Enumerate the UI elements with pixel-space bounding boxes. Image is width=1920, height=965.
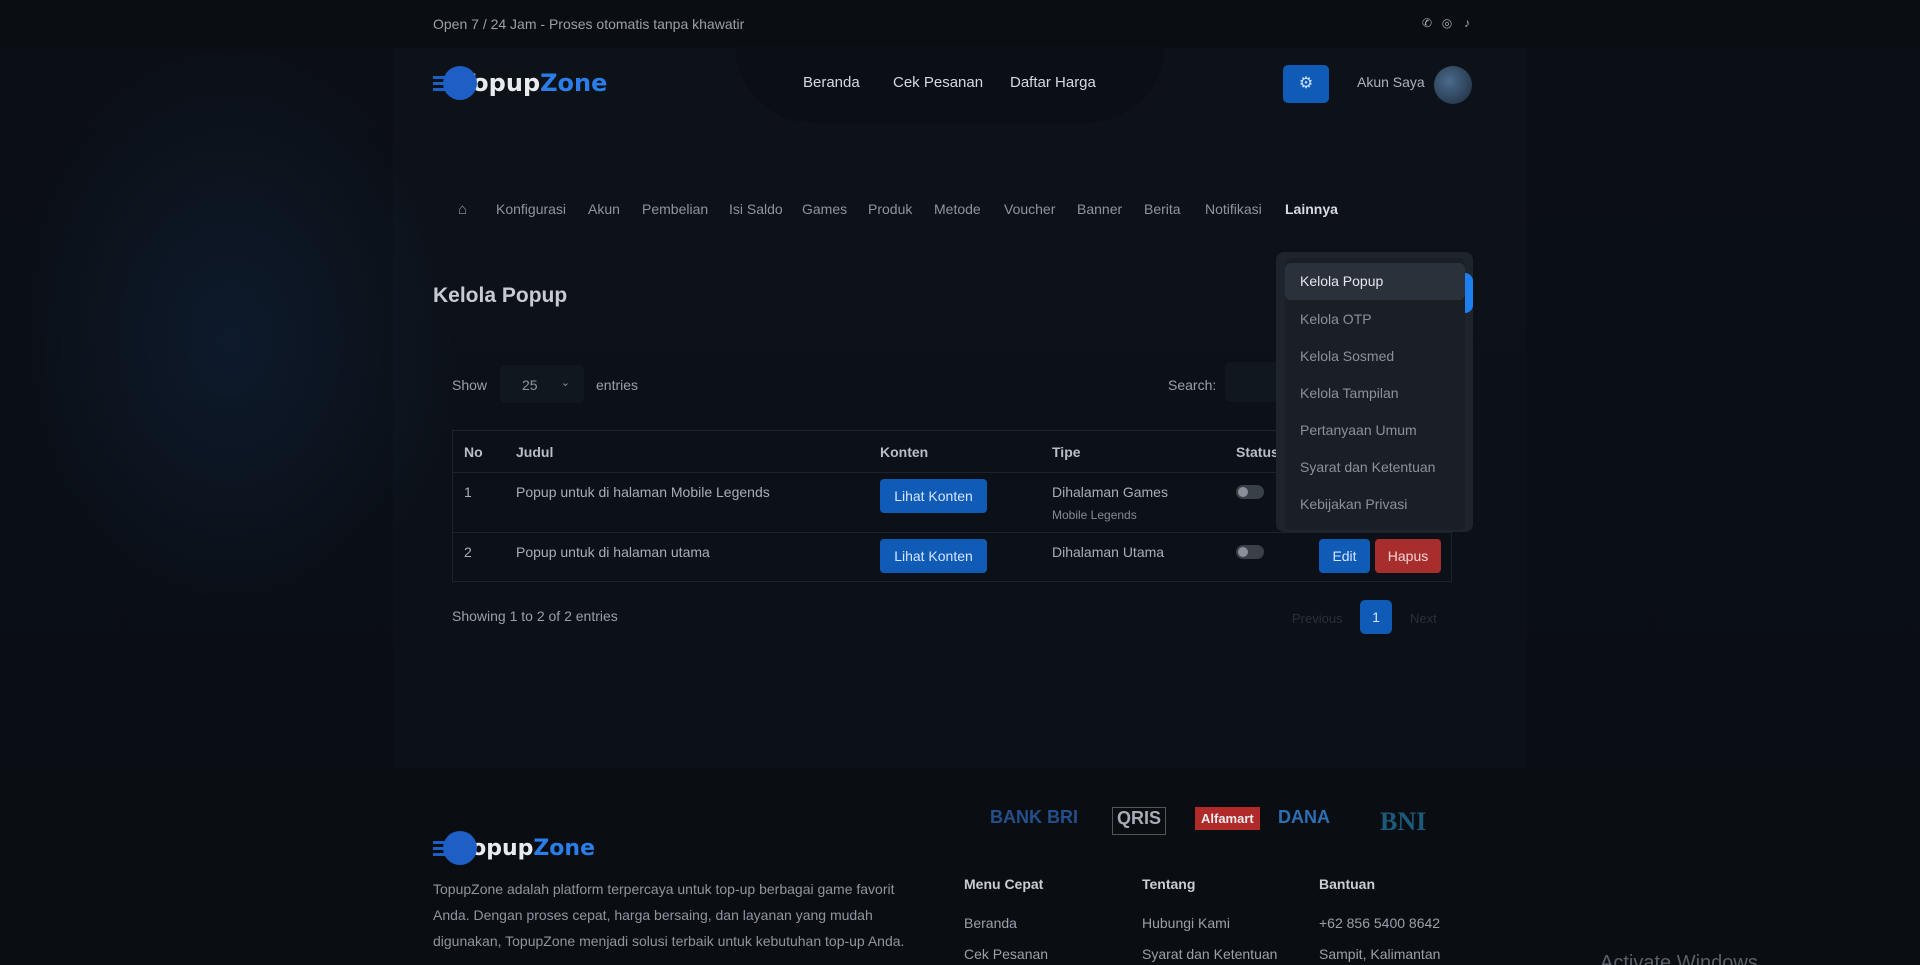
row1-tipe-sub: Mobile Legends xyxy=(1052,508,1137,522)
show-label: Show xyxy=(452,377,488,393)
nav-daftar-harga[interactable]: Daftar Harga xyxy=(1010,74,1096,91)
col-header-tipe[interactable]: Tipe xyxy=(1052,444,1081,460)
row1-tipe: Dihalaman Games xyxy=(1052,484,1168,500)
admin-nav-akun[interactable]: Akun xyxy=(588,201,620,217)
logo-icon xyxy=(433,66,477,100)
row1-status-toggle[interactable] xyxy=(1236,485,1264,499)
admin-nav: ⌂ Konfigurasi Akun Pembelian Isi Saldo G… xyxy=(433,196,1473,222)
footer-link-hubungi-kami[interactable]: Hubungi Kami xyxy=(1142,915,1230,931)
page-title: Kelola Popup xyxy=(433,284,568,307)
admin-nav-banner[interactable]: Banner xyxy=(1077,201,1122,217)
admin-nav-voucher[interactable]: Voucher xyxy=(1004,201,1055,217)
row1-judul: Popup untuk di halaman Mobile Legends xyxy=(516,484,770,500)
payment-alfamart-logo: Alfamart xyxy=(1195,807,1260,830)
footer-heading-tentang: Tentang xyxy=(1142,876,1196,892)
top-announcement-bar: Open 7 / 24 Jam - Proses otomatis tanpa … xyxy=(0,0,1920,48)
pagination-next[interactable]: Next xyxy=(1410,611,1437,626)
search-label: Search: xyxy=(1168,377,1217,393)
row1-no: 1 xyxy=(464,484,472,500)
nav-beranda[interactable]: Beranda xyxy=(803,74,860,91)
nav-cek-pesanan[interactable]: Cek Pesanan xyxy=(893,74,983,91)
payment-dana-logo: DANA xyxy=(1278,807,1330,827)
pagination-previous[interactable]: Previous xyxy=(1292,611,1343,626)
social-links: ✆ ◎ ♪ xyxy=(1420,16,1474,30)
col-header-konten[interactable]: Konten xyxy=(880,444,928,460)
footer-logo-text: TopupZone xyxy=(459,835,596,861)
admin-nav-berita[interactable]: Berita xyxy=(1144,201,1181,217)
entries-label: entries xyxy=(596,377,639,393)
lainnya-dropdown-menu: Kelola Popup Kelola OTP Kelola Sosmed Ke… xyxy=(1285,258,1465,530)
admin-nav-lainnya[interactable]: Lainnya xyxy=(1285,201,1338,217)
footer-link-beranda[interactable]: Beranda xyxy=(964,915,1017,931)
os-watermark: Activate Windows xyxy=(1600,952,1758,965)
entries-select[interactable]: 25 ⌄ xyxy=(500,365,584,403)
footer-logo[interactable]: TopupZone xyxy=(433,831,596,865)
payment-qris-logo: QRIS xyxy=(1112,807,1167,835)
footer-description: TopupZone adalah platform terpercaya unt… xyxy=(433,881,905,949)
row2-tipe: Dihalaman Utama xyxy=(1052,544,1165,560)
footer-phone[interactable]: +62 856 5400 8642 xyxy=(1319,915,1440,931)
instagram-icon[interactable]: ◎ xyxy=(1440,16,1454,30)
row1-lihat-konten-button[interactable]: Lihat Konten xyxy=(880,479,987,513)
footer-heading-bantuan: Bantuan xyxy=(1319,876,1375,892)
row2-status-toggle[interactable] xyxy=(1236,545,1264,559)
footer-link-syarat[interactable]: Syarat dan Ketentuan xyxy=(1142,946,1277,962)
admin-nav-games[interactable]: Games xyxy=(802,201,847,217)
admin-nav-produk[interactable]: Produk xyxy=(868,201,912,217)
dropdown-item-kelola-sosmed[interactable]: Kelola Sosmed xyxy=(1285,338,1465,375)
row2-edit-button[interactable]: Edit xyxy=(1319,539,1370,573)
gear-icon: ⚙ xyxy=(1298,75,1314,92)
avatar[interactable] xyxy=(1434,66,1472,104)
payment-bni-logo: BNI xyxy=(1380,807,1427,836)
dropdown-item-kelola-tampilan[interactable]: Kelola Tampilan xyxy=(1285,375,1465,412)
site-logo[interactable]: TopupZone xyxy=(433,66,608,100)
tiktok-icon[interactable]: ♪ xyxy=(1460,16,1474,30)
row2-hapus-button[interactable]: Hapus xyxy=(1375,539,1441,573)
footer-location: Sampit, Kalimantan xyxy=(1319,946,1441,962)
pagination-page-1[interactable]: 1 xyxy=(1360,600,1392,634)
admin-nav-metode[interactable]: Metode xyxy=(934,201,981,217)
row2-lihat-konten-button[interactable]: Lihat Konten xyxy=(880,539,987,573)
settings-button[interactable]: ⚙ xyxy=(1283,65,1329,103)
footer-link-cek-pesanan[interactable]: Cek Pesanan xyxy=(964,946,1048,962)
entries-value: 25 xyxy=(522,377,538,393)
row2-judul: Popup untuk di halaman utama xyxy=(516,544,710,560)
admin-nav-pembelian[interactable]: Pembelian xyxy=(642,201,708,217)
dropdown-item-kelola-popup[interactable]: Kelola Popup xyxy=(1285,263,1465,300)
footer-heading-menu-cepat: Menu Cepat xyxy=(964,876,1044,892)
col-header-no[interactable]: No xyxy=(464,444,483,460)
whatsapp-icon[interactable]: ✆ xyxy=(1420,16,1434,30)
dropdown-item-syarat-ketentuan[interactable]: Syarat dan Ketentuan xyxy=(1285,449,1465,486)
dropdown-item-kebijakan-privasi[interactable]: Kebijakan Privasi xyxy=(1285,486,1465,523)
col-header-status[interactable]: Status xyxy=(1236,444,1279,460)
divider xyxy=(453,532,1451,533)
footer: TopupZone xyxy=(0,768,1920,965)
logo-icon xyxy=(433,831,477,865)
logo-text: TopupZone xyxy=(459,69,608,97)
dropdown-item-pertanyaan-umum[interactable]: Pertanyaan Umum xyxy=(1285,412,1465,449)
admin-nav-konfigurasi[interactable]: Konfigurasi xyxy=(496,201,566,217)
dropdown-item-kelola-otp[interactable]: Kelola OTP xyxy=(1285,301,1465,338)
row2-no: 2 xyxy=(464,544,472,560)
account-label[interactable]: Akun Saya xyxy=(1357,74,1425,90)
col-header-judul[interactable]: Judul xyxy=(516,444,553,460)
topbar-tagline: Open 7 / 24 Jam - Proses otomatis tanpa … xyxy=(433,16,745,32)
payment-bri-logo: BANK BRI xyxy=(990,807,1078,827)
pagination-info: Showing 1 to 2 of 2 entries xyxy=(452,608,618,624)
admin-nav-isi-saldo[interactable]: Isi Saldo xyxy=(729,201,783,217)
chevron-down-icon: ⌄ xyxy=(560,377,570,389)
admin-nav-notifikasi[interactable]: Notifikasi xyxy=(1205,201,1262,217)
home-icon[interactable]: ⌂ xyxy=(458,201,467,218)
